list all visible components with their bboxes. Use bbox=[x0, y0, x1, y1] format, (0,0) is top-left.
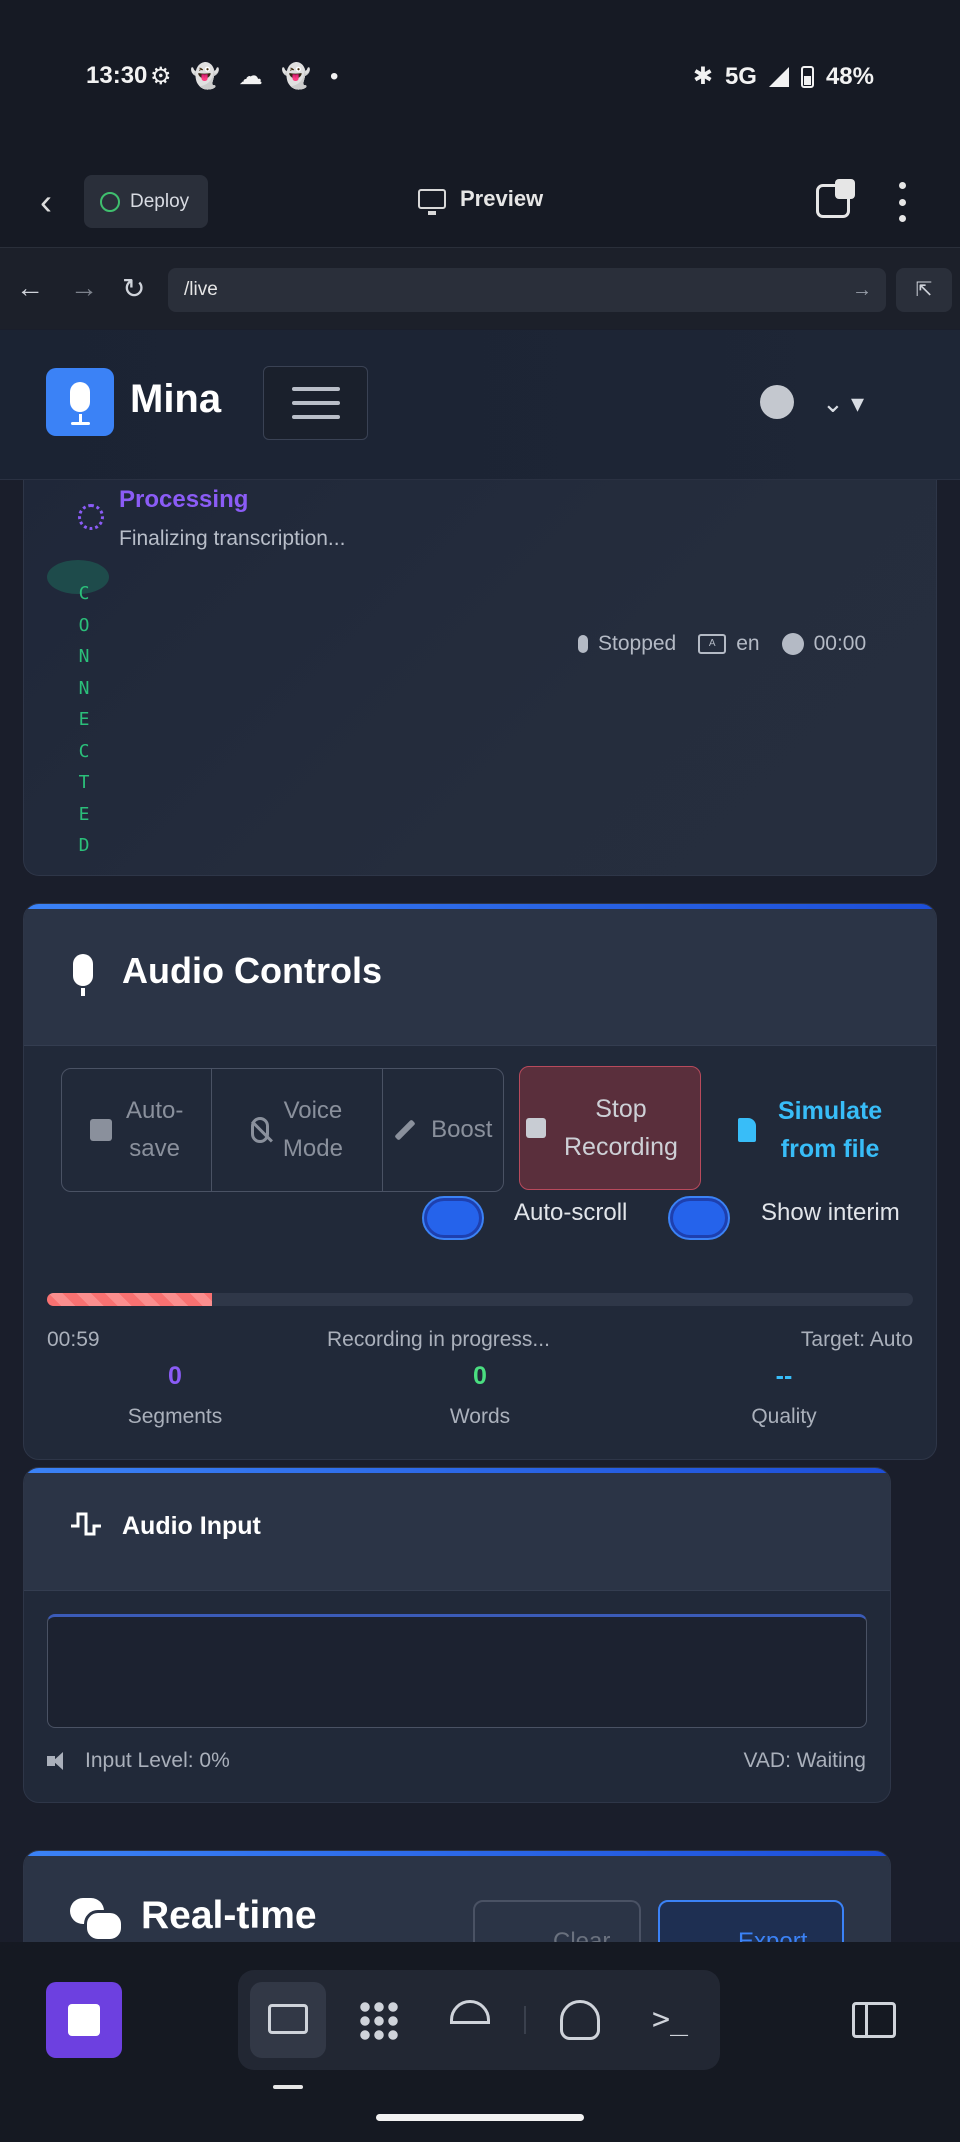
browser-forward-icon[interactable]: → bbox=[70, 272, 98, 304]
status-title: Processing bbox=[119, 486, 249, 513]
dock-separator bbox=[524, 2006, 526, 2034]
autosave-button[interactable]: Auto- save bbox=[62, 1069, 213, 1191]
show-interim-label: Show interim bbox=[761, 1199, 900, 1226]
processing-spinner-icon bbox=[78, 504, 104, 530]
signal-icon bbox=[768, 66, 789, 87]
audio-controls-title: Audio Controls bbox=[122, 950, 382, 991]
menu-toggle-button[interactable] bbox=[263, 366, 368, 440]
boost-button[interactable]: Boost bbox=[383, 1069, 503, 1191]
active-tab-indicator bbox=[273, 2085, 303, 2089]
waveform-icon bbox=[71, 1512, 101, 1536]
stat-words: 0 Words bbox=[380, 1362, 580, 1429]
recording-progress-bar bbox=[47, 1293, 913, 1306]
logo-mic-icon bbox=[70, 382, 90, 412]
stat-quality: -- Quality bbox=[684, 1362, 884, 1429]
audio-input-title: Audio Input bbox=[122, 1512, 261, 1540]
stat-value: -- bbox=[775, 1362, 793, 1390]
preview-label: Preview bbox=[460, 186, 544, 211]
sidebar-toggle-icon[interactable] bbox=[852, 2002, 896, 2038]
language-code: en bbox=[736, 632, 760, 655]
tabs-icon[interactable] bbox=[816, 179, 855, 218]
status-detail: Finalizing transcription... bbox=[119, 527, 346, 550]
reload-icon[interactable]: ↻ bbox=[122, 272, 145, 305]
deploy-button[interactable]: Deploy bbox=[84, 175, 208, 228]
stat-label: Quality bbox=[751, 1405, 817, 1428]
audio-visualizer bbox=[47, 1614, 867, 1728]
url-text: /live bbox=[184, 279, 218, 300]
input-level: Input Level: 0% bbox=[47, 1749, 230, 1773]
input-level-text: Input Level: 0% bbox=[85, 1749, 230, 1772]
notification-icons: ⚙ 👻 ☁ 👻 • bbox=[150, 63, 345, 90]
stat-value: 0 bbox=[473, 1362, 487, 1390]
terminal-icon[interactable]: >_ bbox=[652, 2000, 692, 2040]
back-icon[interactable]: ‹ bbox=[40, 182, 66, 222]
go-arrow-icon[interactable]: → bbox=[852, 268, 872, 312]
boost-label: Boost bbox=[431, 1116, 493, 1143]
autosave-label: Auto- save bbox=[125, 1097, 184, 1162]
deploy-icon bbox=[100, 191, 120, 212]
session-meta: Stopped Aen 00:00 bbox=[578, 632, 866, 656]
user-avatar-icon[interactable] bbox=[760, 385, 794, 419]
battery-percent: 48% bbox=[825, 62, 874, 90]
target-label: Target: Auto bbox=[800, 1328, 913, 1351]
chat-icon bbox=[70, 1898, 124, 1942]
stat-label: Segments bbox=[127, 1405, 223, 1428]
monitor-icon bbox=[418, 189, 446, 215]
clock-icon bbox=[781, 633, 804, 655]
open-external-icon[interactable]: ⇱ bbox=[896, 268, 952, 312]
network-label: 5G bbox=[724, 62, 757, 90]
stop-recording-label: Stop Recording bbox=[564, 1095, 678, 1161]
system-indicators: ✱ 5G 48% bbox=[693, 62, 874, 91]
app-logo bbox=[46, 368, 114, 436]
brand-name[interactable]: Mina bbox=[130, 377, 221, 422]
progress-status: Recording in progress... bbox=[327, 1328, 550, 1351]
realtime-title: Real-time bbox=[141, 1894, 317, 1937]
pen-icon bbox=[394, 1119, 416, 1141]
mic-state: Stopped bbox=[598, 632, 677, 655]
stop-app-button[interactable] bbox=[46, 1982, 122, 2058]
deploy-label: Deploy bbox=[130, 190, 190, 212]
home-indicator[interactable] bbox=[376, 2114, 584, 2121]
url-input[interactable]: /live → bbox=[168, 268, 886, 312]
preview-tab[interactable]: Preview bbox=[418, 186, 544, 215]
stop-icon bbox=[526, 1118, 546, 1138]
autoscroll-label: Auto-scroll bbox=[514, 1199, 628, 1226]
stat-value: 0 bbox=[168, 1362, 182, 1390]
speaker-icon bbox=[47, 1752, 71, 1770]
more-menu-icon[interactable] bbox=[892, 182, 912, 222]
voice-mode-label: Voice Mode bbox=[282, 1097, 343, 1162]
elapsed-time: 00:59 bbox=[47, 1328, 100, 1351]
clock: 13:30 bbox=[86, 62, 148, 89]
mic-icon bbox=[578, 635, 588, 653]
browser-back-icon[interactable]: ← bbox=[16, 272, 44, 304]
autoscroll-toggle[interactable] bbox=[422, 1196, 484, 1240]
language-icon: A bbox=[698, 634, 727, 654]
workflows-icon[interactable] bbox=[358, 2000, 398, 2040]
battery-icon bbox=[800, 65, 814, 88]
stop-recording-button[interactable]: Stop Recording bbox=[519, 1066, 701, 1190]
simulate-file-button[interactable]: Simulate from file bbox=[718, 1068, 918, 1192]
user-dropdown-icon[interactable]: ⌄ ▾ bbox=[822, 388, 864, 419]
audio-options-group: Auto- save Voice Mode Boost bbox=[61, 1068, 504, 1192]
session-timer: 00:00 bbox=[813, 632, 867, 655]
mic-off-icon bbox=[250, 1117, 269, 1143]
shell-icon[interactable] bbox=[560, 2000, 600, 2040]
stat-label: Words bbox=[449, 1405, 511, 1428]
bluetooth-icon: ✱ bbox=[692, 63, 713, 90]
stat-segments: 0 Segments bbox=[75, 1362, 275, 1429]
show-interim-toggle[interactable] bbox=[668, 1196, 730, 1240]
connection-status: CONNECTED bbox=[78, 583, 90, 856]
mic-icon bbox=[73, 954, 93, 986]
vad-status: VAD: Waiting bbox=[743, 1749, 866, 1772]
audio-file-icon bbox=[738, 1118, 756, 1142]
save-icon bbox=[89, 1119, 112, 1141]
simulate-label: Simulate from file bbox=[778, 1097, 883, 1163]
recording-progress-fill bbox=[47, 1293, 212, 1306]
webview-icon[interactable] bbox=[268, 2004, 308, 2034]
voice-mode-button[interactable]: Voice Mode bbox=[212, 1069, 383, 1191]
